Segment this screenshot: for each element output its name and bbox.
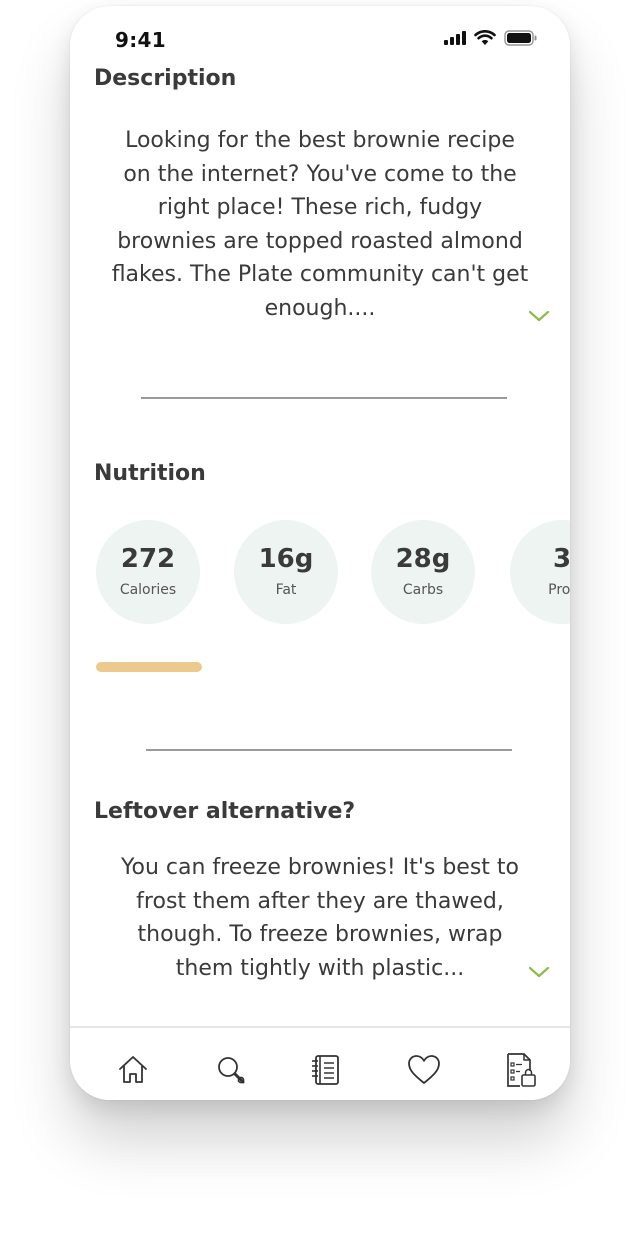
home-icon xyxy=(119,1056,147,1083)
nutrition-label: Fat xyxy=(275,582,297,598)
nutrition-value: 28g xyxy=(395,544,451,574)
divider xyxy=(146,749,512,751)
divider xyxy=(141,397,507,399)
nutrition-item-calories: 272 Calories xyxy=(96,520,200,624)
status-bar: 9:41 xyxy=(70,6,570,62)
carousel-scroll-indicator xyxy=(96,662,202,672)
tab-shopping-list[interactable] xyxy=(501,1050,541,1090)
nutrition-value: 272 xyxy=(120,544,176,574)
leftover-text: You can freeze brownies! It's best to fr… xyxy=(120,855,519,981)
shopping-list-icon xyxy=(507,1053,536,1087)
tab-recipe-book[interactable] xyxy=(306,1050,346,1090)
nutrition-carousel[interactable]: 272 Calories 16g Fat 28g Carbs 3 Prot xyxy=(70,520,570,630)
nutrition-value: 3 xyxy=(552,544,570,574)
nutrition-label: Prot xyxy=(548,582,570,598)
heart-icon xyxy=(408,1055,440,1084)
tab-search[interactable] xyxy=(211,1050,251,1090)
nutrition-value: 16g xyxy=(258,544,314,574)
battery-icon xyxy=(504,30,537,46)
description-text: Looking for the best brownie recipe on t… xyxy=(111,128,529,321)
search-icon xyxy=(218,1057,245,1084)
recipe-book-icon xyxy=(312,1055,339,1085)
nutrition-item-protein: 3 Prot xyxy=(510,520,570,624)
chevron-down-icon[interactable] xyxy=(527,308,551,324)
cellular-signal-icon xyxy=(444,31,466,45)
leftover-title: Leftover alternative? xyxy=(94,799,356,824)
tab-favorites[interactable] xyxy=(404,1050,444,1090)
nutrition-item-fat: 16g Fat xyxy=(234,520,338,624)
nutrition-item-carbs: 28g Carbs xyxy=(371,520,475,624)
chevron-down-icon[interactable] xyxy=(527,964,551,980)
tab-bar xyxy=(70,1026,570,1100)
status-icons xyxy=(444,30,538,46)
phone-screen: 9:41 Description Looking for the best br… xyxy=(70,6,570,1100)
tab-home[interactable] xyxy=(113,1050,153,1090)
nutrition-label: Carbs xyxy=(402,582,444,598)
nutrition-title: Nutrition xyxy=(94,461,206,486)
status-time: 9:41 xyxy=(115,28,166,52)
wifi-icon xyxy=(474,30,496,45)
nutrition-label: Calories xyxy=(119,582,177,598)
description-title: Description xyxy=(94,66,237,91)
